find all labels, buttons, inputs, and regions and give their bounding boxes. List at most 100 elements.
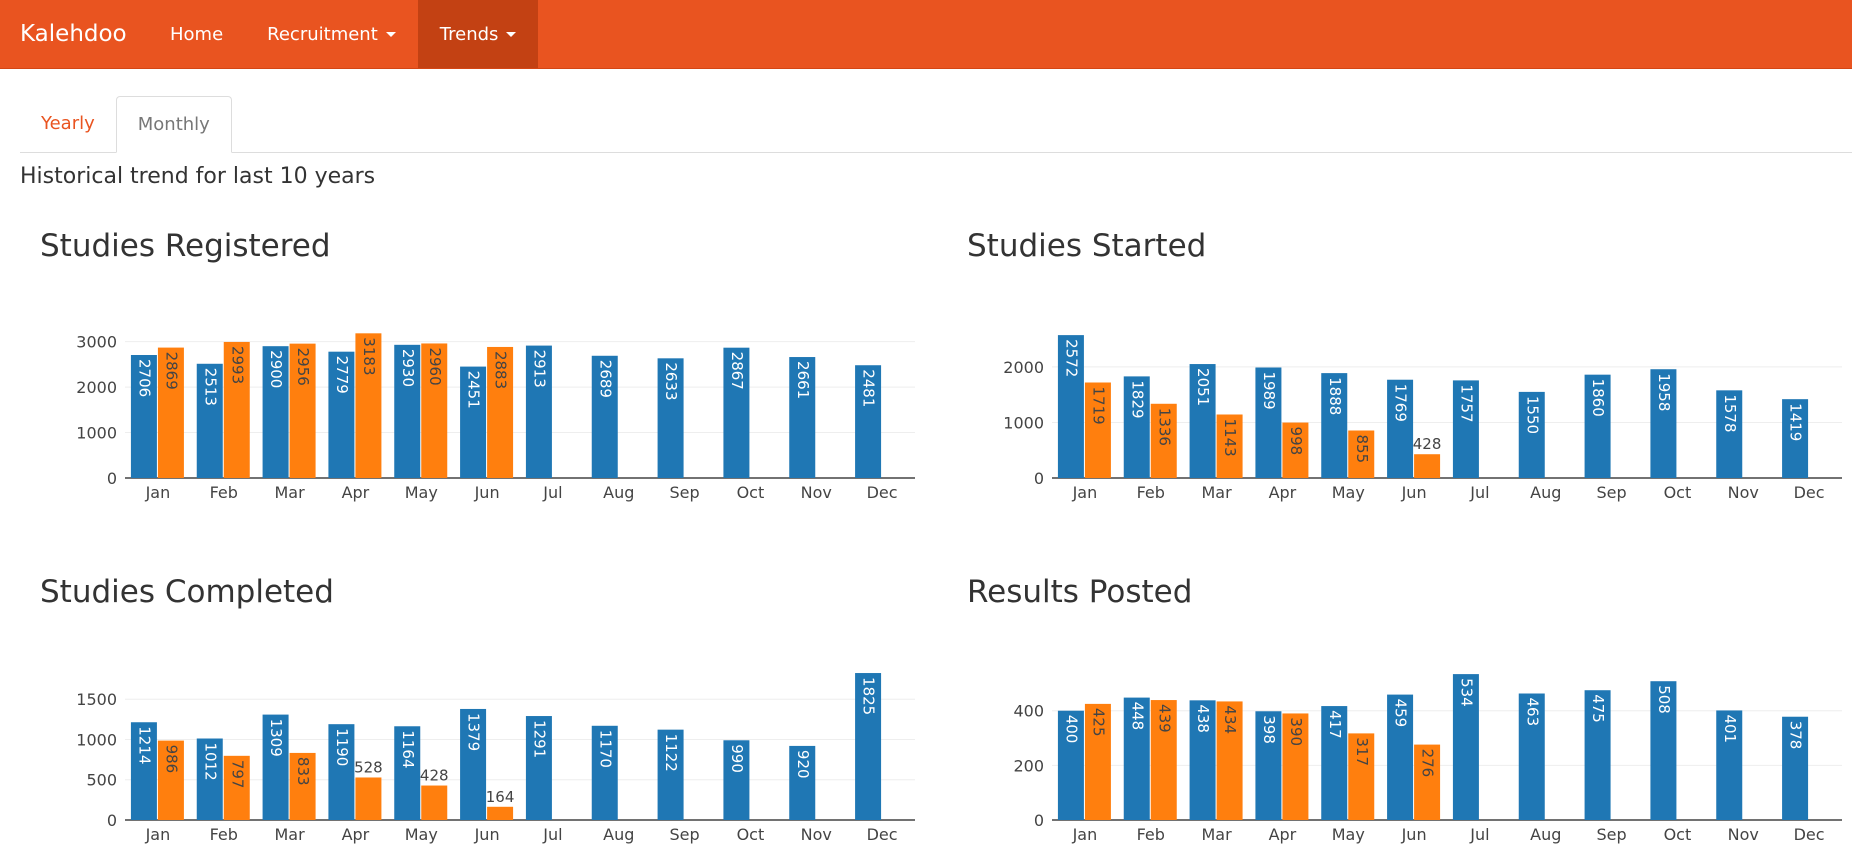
bar-value-label: 1143 bbox=[1221, 419, 1239, 457]
x-tick-label: Mar bbox=[1201, 483, 1232, 502]
x-tick-label: Jan bbox=[145, 825, 171, 844]
bar-value-label: 2706 bbox=[135, 359, 153, 397]
bar-value-label: 855 bbox=[1353, 435, 1371, 464]
bar-value-label: 3183 bbox=[360, 337, 378, 375]
bar-value-label: 1170 bbox=[596, 730, 614, 768]
chart-studies-started: 0 1000 2000 Jan 2572 1719 Feb 1829 1336 Mar 2051 11… bbox=[1003, 335, 1842, 502]
bar-value-label: 1958 bbox=[1655, 373, 1673, 411]
x-tick-label: Jan bbox=[1072, 483, 1098, 502]
bar-value-label: 2993 bbox=[228, 346, 246, 384]
x-tick-label: Nov bbox=[801, 483, 832, 502]
x-tick-label: Oct bbox=[1664, 825, 1692, 844]
x-tick-label: Aug bbox=[1530, 483, 1561, 502]
bar-value-label: 439 bbox=[1155, 704, 1173, 733]
x-tick-label: May bbox=[1332, 483, 1365, 502]
chart-results-posted: 0 200 400 Jan 400 425 Feb 448 439 Mar 438 434 Apr 398… bbox=[1013, 674, 1842, 844]
bar-value-label: 990 bbox=[728, 744, 746, 773]
bar-value-label: 2572 bbox=[1062, 339, 1080, 377]
x-tick-label: May bbox=[1332, 825, 1365, 844]
chart-title: Studies Registered bbox=[40, 228, 331, 264]
y-tick-label: 0 bbox=[1034, 469, 1044, 488]
nav-trends-dropdown[interactable]: Trends bbox=[417, 0, 539, 68]
x-tick-label: Feb bbox=[210, 825, 238, 844]
y-tick-label: 2000 bbox=[76, 378, 117, 397]
bar-value-label: 534 bbox=[1457, 678, 1475, 707]
bar-value-label: 1122 bbox=[662, 734, 680, 772]
x-tick-label: Oct bbox=[1664, 483, 1692, 502]
bar-value-label: 1336 bbox=[1155, 408, 1173, 446]
y-tick-label: 3000 bbox=[76, 333, 117, 352]
bar-value-label: 434 bbox=[1221, 705, 1239, 734]
bar-value-label: 1757 bbox=[1457, 384, 1475, 422]
bar-value-label: 390 bbox=[1287, 717, 1305, 746]
bar[interactable] bbox=[421, 785, 448, 820]
bar-value-label: 2779 bbox=[333, 356, 351, 394]
bar-value-label: 317 bbox=[1353, 737, 1371, 766]
x-tick-label: Dec bbox=[867, 825, 898, 844]
bar-value-label: 2451 bbox=[465, 371, 483, 409]
bar-value-label: 2900 bbox=[267, 350, 285, 388]
bar-value-label: 463 bbox=[1523, 698, 1541, 727]
y-tick-label: 200 bbox=[1013, 756, 1044, 775]
bar-value-label: 1291 bbox=[530, 720, 548, 758]
tab-yearly[interactable]: Yearly bbox=[20, 96, 116, 151]
bar-value-label: 1214 bbox=[135, 726, 153, 764]
chart-studies-completed: 0 500 1000 1500 Jan 1214 986 Feb 1012 797 Mar 1309 8… bbox=[76, 673, 915, 844]
nav-home[interactable]: Home bbox=[148, 0, 245, 68]
bar[interactable] bbox=[355, 777, 382, 820]
page-subtitle: Historical trend for last 10 years bbox=[20, 164, 376, 189]
y-tick-label: 1500 bbox=[76, 690, 117, 709]
bar-value-label: 2513 bbox=[201, 368, 219, 406]
bar-value-label: 401 bbox=[1721, 714, 1739, 743]
y-tick-label: 500 bbox=[86, 771, 117, 790]
bar[interactable] bbox=[1414, 454, 1441, 478]
bar-value-label: 1550 bbox=[1523, 396, 1541, 434]
x-tick-label: Apr bbox=[342, 483, 370, 502]
x-tick-label: Jul bbox=[542, 825, 562, 844]
tab-monthly-label: Monthly bbox=[137, 114, 210, 135]
bar-value-label: 1769 bbox=[1392, 384, 1410, 422]
bar-value-label: 2913 bbox=[530, 350, 548, 388]
y-tick-label: 1000 bbox=[1003, 413, 1044, 432]
bar-value-label: 986 bbox=[162, 745, 180, 774]
x-tick-label: Nov bbox=[1728, 825, 1759, 844]
bar-value-label: 508 bbox=[1655, 685, 1673, 714]
x-tick-label: Jan bbox=[1072, 825, 1098, 844]
x-tick-label: Aug bbox=[603, 825, 634, 844]
bar-value-label: 833 bbox=[294, 757, 312, 786]
bar-value-label: 2960 bbox=[426, 347, 444, 385]
x-tick-label: Jul bbox=[542, 483, 562, 502]
y-tick-label: 0 bbox=[107, 469, 117, 488]
bar-value-label: 417 bbox=[1326, 710, 1344, 739]
bar-value-label: 2481 bbox=[860, 369, 878, 407]
bar-value-label: 425 bbox=[1089, 708, 1107, 737]
x-tick-label: Nov bbox=[801, 825, 832, 844]
brand-logo[interactable]: Kalehdoo bbox=[0, 0, 148, 68]
x-tick-label: Aug bbox=[1530, 825, 1561, 844]
tab-monthly[interactable]: Monthly bbox=[115, 96, 232, 153]
x-tick-label: Sep bbox=[670, 483, 700, 502]
y-tick-label: 1000 bbox=[76, 730, 117, 749]
bar-value-label: 378 bbox=[1787, 721, 1805, 750]
bar-value-label: 528 bbox=[354, 758, 383, 776]
nav-trends-label: Trends bbox=[439, 23, 499, 45]
y-tick-label: 2000 bbox=[1003, 358, 1044, 377]
x-tick-label: Feb bbox=[210, 483, 238, 502]
x-tick-label: Aug bbox=[603, 483, 634, 502]
bar-value-label: 1379 bbox=[465, 713, 483, 751]
nav-recruitment-dropdown[interactable]: Recruitment bbox=[245, 0, 418, 68]
bar-value-label: 2051 bbox=[1194, 368, 1212, 406]
chart-title: Studies Completed bbox=[40, 574, 334, 610]
bar-value-label: 1164 bbox=[399, 730, 417, 768]
bar-value-label: 459 bbox=[1392, 699, 1410, 728]
bar-value-label: 797 bbox=[228, 760, 246, 789]
bar-value-label: 475 bbox=[1589, 694, 1607, 723]
bar-value-label: 1825 bbox=[860, 677, 878, 715]
bar-value-label: 1719 bbox=[1089, 387, 1107, 425]
bar[interactable] bbox=[487, 806, 514, 820]
chart-panel-results-posted: Results Posted 0 200 400 Jan 400 425 Feb 448 439… bbox=[967, 574, 1847, 868]
caret-down-icon bbox=[385, 31, 396, 37]
caret-down-icon bbox=[506, 31, 517, 37]
tab-yearly-label: Yearly bbox=[41, 113, 95, 134]
chart-panel-studies-registered: Studies Registered 0 1000 2000 3000 Jan 2706 2… bbox=[40, 228, 920, 528]
